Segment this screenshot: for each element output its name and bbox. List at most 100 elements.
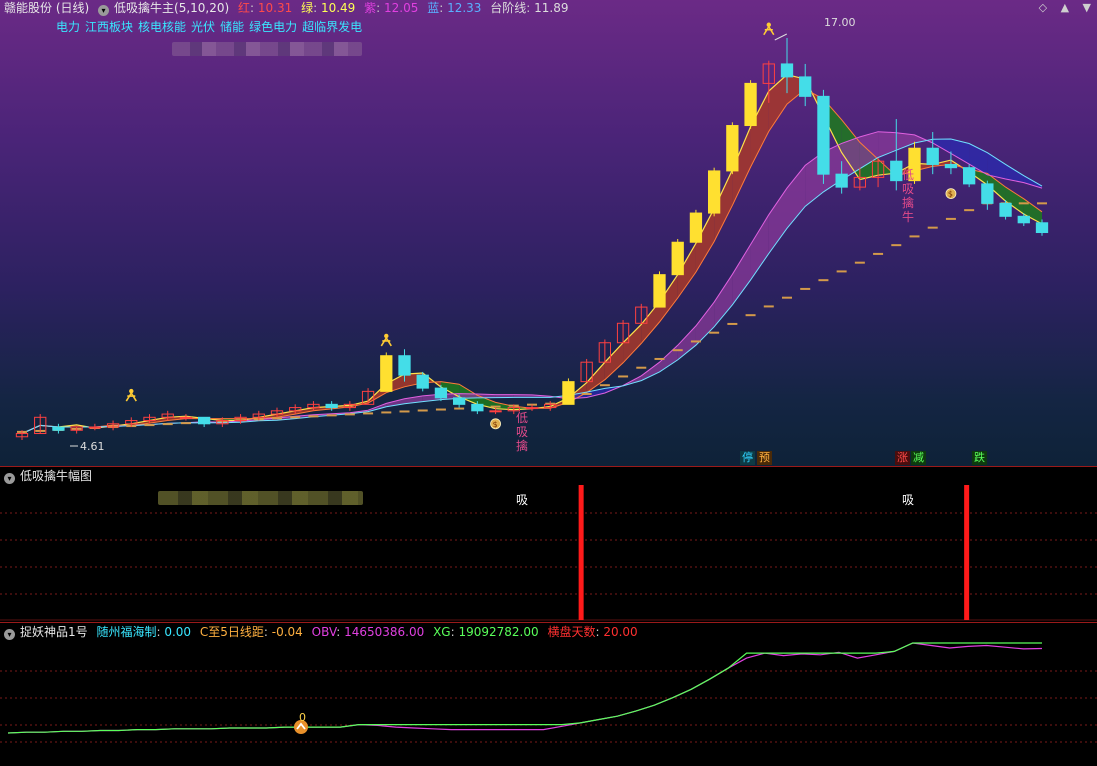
low-price-label: 4.61 bbox=[80, 440, 105, 453]
candle-body bbox=[726, 125, 739, 172]
candle-body bbox=[434, 387, 448, 399]
candle bbox=[981, 180, 994, 210]
peak-pointer bbox=[774, 33, 788, 41]
ribbon-segment bbox=[896, 132, 915, 151]
candle-body bbox=[489, 410, 502, 413]
main-chart-header: 赣能股份 (日线) ▾ 低吸擒牛主(5,10,20) 红: 10.31 绿: 10… bbox=[4, 0, 574, 16]
candle bbox=[962, 164, 976, 188]
indicator-pane[interactable]: ▾ 捉妖神品1号 随州福海制: 0.00 C至5日线距: -0.04 OBV: 1… bbox=[0, 622, 1097, 766]
figure-icon bbox=[125, 388, 137, 402]
candle-body bbox=[689, 212, 703, 243]
candle-body bbox=[562, 381, 575, 405]
ribbon-segment bbox=[714, 274, 733, 327]
sector-tag[interactable]: 电力 bbox=[56, 20, 80, 34]
signal-text-1: 低吸擒 bbox=[515, 411, 528, 453]
sector-tags: 电力 江西板块 核电核能 光伏 储能 绿色电力 超临界发电 bbox=[56, 18, 367, 35]
collapse-icon[interactable]: ▾ bbox=[4, 629, 15, 640]
candle-body bbox=[179, 416, 193, 419]
xg-line bbox=[7, 642, 1042, 734]
candle bbox=[653, 271, 666, 308]
ribbon-segment bbox=[641, 301, 660, 344]
signal-label-2: 吸 bbox=[902, 493, 915, 507]
candle-body bbox=[707, 170, 721, 214]
signal-text-2: 低吸擒牛 bbox=[901, 168, 914, 224]
candle bbox=[689, 209, 703, 243]
candle-body bbox=[671, 241, 684, 276]
blurred-text bbox=[158, 491, 363, 505]
ribbon-segment bbox=[732, 244, 751, 305]
sector-tag[interactable]: 超临界发电 bbox=[302, 20, 362, 34]
sector-tag[interactable]: 光伏 bbox=[191, 20, 215, 34]
stock-name: 赣能股份 (日线) bbox=[4, 1, 90, 15]
tag-fall: 跌 bbox=[972, 451, 987, 465]
tag-reduce: 减 bbox=[911, 451, 926, 465]
svg-text:$: $ bbox=[493, 420, 498, 429]
candle-body bbox=[452, 397, 466, 405]
candle-body bbox=[999, 202, 1012, 217]
sector-tag[interactable]: 核电核能 bbox=[138, 20, 186, 34]
ma-line-yellow bbox=[21, 74, 1043, 435]
candle bbox=[562, 378, 575, 405]
candle-body bbox=[1035, 222, 1049, 234]
tag-stop: 停 bbox=[740, 451, 755, 465]
candle bbox=[416, 371, 429, 392]
amplitude-title[interactable]: 低吸擒牛幅图 bbox=[20, 469, 92, 483]
slow-ribbon bbox=[22, 131, 1042, 434]
candle-body bbox=[380, 355, 393, 392]
svg-text:$: $ bbox=[948, 190, 953, 199]
value-flat-days: 横盘天数: 20.00 bbox=[547, 625, 638, 639]
indicator-name[interactable]: 低吸擒牛主(5,10,20) bbox=[114, 1, 229, 15]
signal-bar bbox=[578, 485, 584, 620]
money-bag-icon: $ bbox=[945, 188, 957, 200]
ma-line-blue bbox=[21, 138, 1043, 434]
candle-body bbox=[817, 95, 830, 175]
ribbon-segment bbox=[695, 302, 715, 346]
candle-body bbox=[197, 416, 211, 425]
main-chart-pane[interactable]: 赣能股份 (日线) ▾ 低吸擒牛主(5,10,20) 红: 10.31 绿: 10… bbox=[0, 0, 1097, 466]
candle bbox=[380, 352, 393, 392]
value-xg: XG: 19092782.00 bbox=[433, 625, 539, 639]
sector-tag[interactable]: 储能 bbox=[220, 20, 244, 34]
candle bbox=[179, 414, 193, 421]
candle bbox=[726, 122, 739, 175]
ribbon-segment bbox=[787, 165, 806, 229]
figure-icon bbox=[380, 333, 392, 347]
candle-body bbox=[325, 403, 338, 409]
candle-body bbox=[1017, 215, 1030, 224]
candle-body bbox=[926, 147, 939, 165]
up-arrow-icon[interactable]: ▲ bbox=[1061, 1, 1069, 14]
candle-body bbox=[525, 407, 539, 410]
value-c5-distance: C至5日线距: -0.04 bbox=[199, 625, 303, 639]
down-arrow-icon[interactable]: ▼ bbox=[1083, 1, 1091, 14]
value-step: 台阶线: 11.89 bbox=[490, 1, 569, 15]
collapse-icon[interactable]: ▾ bbox=[4, 473, 15, 484]
candle-body bbox=[744, 82, 757, 127]
candle-body bbox=[799, 76, 812, 97]
sector-tag[interactable]: 江西板块 bbox=[85, 20, 133, 34]
value-blue: 蓝: 12.33 bbox=[427, 1, 482, 15]
candle-body bbox=[962, 167, 976, 185]
value-purple: 紫: 12.05 bbox=[364, 1, 419, 15]
ribbon-segment bbox=[641, 362, 660, 381]
candle-body bbox=[88, 426, 102, 429]
ribbon-segment bbox=[768, 188, 787, 254]
marker-label: 0 bbox=[299, 711, 306, 724]
collapse-icon[interactable]: ▾ bbox=[98, 5, 110, 16]
peak-price-label: 17.00 bbox=[824, 16, 856, 29]
tag-rise: 涨 bbox=[895, 451, 910, 465]
candle bbox=[671, 239, 684, 276]
candle-body bbox=[398, 355, 411, 376]
candle bbox=[999, 200, 1012, 220]
signal-label-1: 吸 bbox=[516, 493, 529, 507]
candle-body bbox=[52, 426, 65, 431]
sector-tag[interactable]: 绿色电力 bbox=[249, 20, 297, 34]
candles bbox=[15, 38, 1049, 440]
amplitude-pane[interactable]: ▾ 低吸擒牛幅图 吸 吸 bbox=[0, 466, 1097, 622]
indicator-title[interactable]: 捉妖神品1号 bbox=[20, 625, 88, 639]
ribbon-segment bbox=[604, 342, 624, 380]
obv-line bbox=[7, 642, 1043, 734]
candle bbox=[197, 416, 211, 428]
candlestick-chart: $$ bbox=[15, 22, 1049, 447]
diamond-icon[interactable]: ◇ bbox=[1039, 1, 1047, 14]
candle bbox=[52, 423, 65, 434]
